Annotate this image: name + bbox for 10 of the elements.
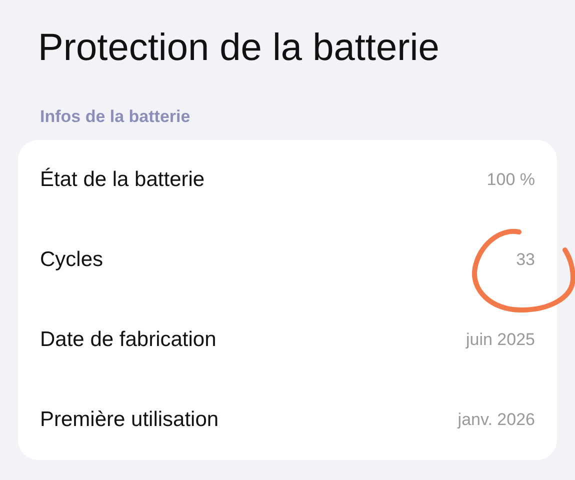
row-label: État de la batterie — [40, 168, 205, 192]
row-value: janv. 2026 — [458, 410, 535, 430]
row-label: Première utilisation — [40, 408, 219, 432]
row-value: juin 2025 — [466, 330, 535, 350]
row-value: 33 — [516, 250, 535, 270]
section-label: Infos de la batterie — [40, 106, 192, 128]
row-label: Date de fabrication — [40, 328, 216, 352]
page-title: Protection de la batterie — [38, 26, 440, 71]
row-label: Cycles — [40, 248, 104, 272]
row-value: 100 % — [486, 170, 535, 190]
